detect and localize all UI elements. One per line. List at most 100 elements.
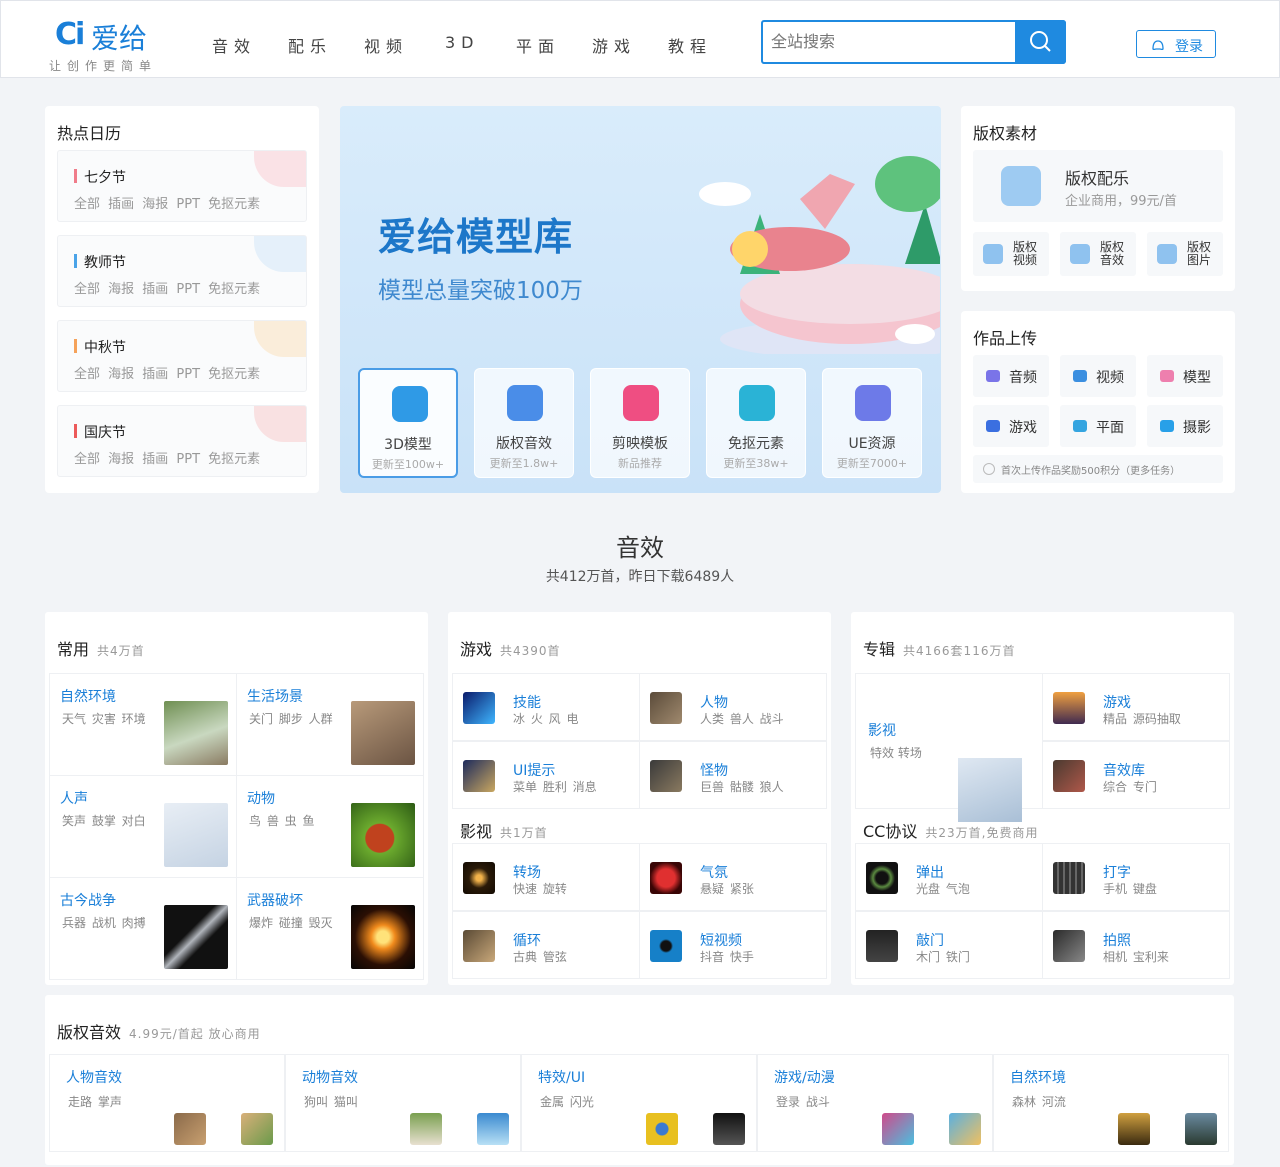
upload-game[interactable]: 游戏: [973, 405, 1049, 447]
film-count: 共1万首: [500, 826, 548, 840]
logo-mark[interactable]: Ci: [55, 17, 85, 52]
common-title: 常用: [57, 640, 90, 659]
category-cell[interactable]: 武器破坏 爆炸 碰撞 毁灭: [236, 877, 424, 980]
search-button[interactable]: [1015, 20, 1066, 64]
copyright-image[interactable]: 版权图片: [1147, 232, 1223, 276]
category-title: 人物: [700, 695, 728, 711]
calendar-item-tags[interactable]: 全部 海报 插画 PPT 免抠元素: [74, 448, 260, 467]
category-title: UI提示: [513, 763, 556, 779]
upload-title: 作品上传: [973, 329, 1038, 348]
category-cell[interactable]: 古今战争 兵器 战机 肉搏: [49, 877, 237, 980]
upload-model[interactable]: 模型: [1147, 355, 1223, 397]
category-desc: 人类 兽人 战斗: [700, 712, 784, 726]
banner-card-3d[interactable]: 3D模型 更新至100w+: [358, 368, 458, 478]
album-header[interactable]: 专辑 共4166套116万首: [863, 636, 1015, 660]
category-desc: 鸟 兽 虫 鱼: [249, 814, 315, 828]
copyright-music-card[interactable]: 版权配乐 企业商用，99元/首: [973, 150, 1223, 222]
nav-graphic[interactable]: 平面: [516, 33, 560, 57]
category-title: 武器破坏: [247, 893, 303, 909]
banner-card-capcut[interactable]: 剪映模板 新品推荐: [590, 368, 690, 478]
category-title: 自然环境: [1010, 1070, 1066, 1086]
album-feature[interactable]: 影视 特效 转场: [855, 673, 1043, 822]
category-cell[interactable]: 弹出 光盘 气泡: [855, 843, 1043, 911]
game-header[interactable]: 游戏 共4390首: [460, 636, 561, 660]
film-title: 影视: [460, 822, 493, 841]
category-cell[interactable]: 技能 冰 火 风 电: [452, 673, 640, 741]
sword-thumb: [164, 905, 228, 969]
category-cell[interactable]: 人声 笑声 鼓掌 对白: [49, 775, 237, 878]
upload-label: 游戏: [1009, 420, 1037, 436]
search-input[interactable]: [771, 32, 1011, 51]
category-cell[interactable]: 敲门 木门 铁门: [855, 911, 1043, 979]
game-film-column: 游戏 共4390首 技能 冰 火 风 电 人物 人类 兽人 战斗 UI提示 菜单 …: [448, 612, 831, 985]
category-cell[interactable]: 特效/UI 金属 闪光: [521, 1054, 757, 1152]
calendar-item[interactable]: 七夕节 全部 插画 海报 PPT 免抠元素: [57, 150, 307, 222]
banner-card-sound[interactable]: 版权音效 更新至1.8w+: [474, 368, 574, 478]
upload-audio[interactable]: 音频: [973, 355, 1049, 397]
calendar-item-tags[interactable]: 全部 插画 海报 PPT 免抠元素: [74, 193, 260, 212]
game-album-thumb: [1053, 692, 1085, 724]
upload-graphic[interactable]: 平面: [1060, 405, 1136, 447]
login-thumb: [882, 1113, 914, 1145]
copyright-image-label: 版权图片: [1187, 240, 1212, 267]
category-cell[interactable]: 转场 快速 旋转: [452, 843, 640, 911]
category-cell[interactable]: 怪物 巨兽 骷髅 狼人: [639, 741, 827, 809]
cutout-icon: [739, 385, 775, 421]
category-cell[interactable]: 游戏/动漫 登录 战斗: [757, 1054, 993, 1152]
calendar-item-tags[interactable]: 全部 海报 插画 PPT 免抠元素: [74, 278, 260, 297]
sound-icon: [1070, 244, 1090, 264]
nav-sound[interactable]: 音效: [212, 33, 256, 57]
calendar-item-name: 教师节: [84, 255, 126, 271]
nav-tutorial[interactable]: 教程: [668, 33, 712, 57]
calendar-item[interactable]: 中秋节 全部 海报 插画 PPT 免抠元素: [57, 320, 307, 392]
nav-video[interactable]: 视频: [364, 33, 408, 57]
category-cell[interactable]: 循环 古典 管弦: [452, 911, 640, 979]
film-header[interactable]: 影视 共1万首: [460, 818, 548, 842]
category-title: 自然环境: [60, 689, 116, 705]
category-title: 弹出: [916, 865, 944, 881]
category-cell[interactable]: 短视频 抖音 快手: [639, 911, 827, 979]
audio-icon: [986, 370, 1000, 382]
category-cell[interactable]: 动物 鸟 兽 虫 鱼: [236, 775, 424, 878]
common-header[interactable]: 常用 共4万首: [57, 636, 145, 660]
login-button[interactable]: 登录: [1136, 30, 1216, 58]
nav-game[interactable]: 游戏: [592, 33, 636, 57]
category-desc: 兵器 战机 肉搏: [62, 916, 146, 930]
banner-card-cutout[interactable]: 免抠元素 更新至38w+: [706, 368, 806, 478]
copyright-video[interactable]: 版权视频: [973, 232, 1049, 276]
category-desc: 笑声 鼓掌 对白: [62, 814, 146, 828]
calendar-item-tags[interactable]: 全部 海报 插画 PPT 免抠元素: [74, 363, 260, 382]
upload-photo[interactable]: 摄影: [1147, 405, 1223, 447]
album-title: 专辑: [863, 640, 896, 659]
calendar-item[interactable]: 国庆节 全部 海报 插画 PPT 免抠元素: [57, 405, 307, 477]
copyright-sound[interactable]: 版权音效: [1060, 232, 1136, 276]
banner-card-ue[interactable]: UE资源 更新至7000+: [822, 368, 922, 478]
skill-thumb: [463, 692, 495, 724]
category-cell[interactable]: 音效库 综合 专门: [1042, 741, 1230, 809]
cc-header[interactable]: CC协议 共23万首,免费商用: [863, 818, 1038, 842]
category-cell[interactable]: 游戏 精品 源码抽取: [1042, 673, 1230, 741]
category-title: 短视频: [700, 933, 742, 949]
category-cell[interactable]: 生活场景 关门 脚步 人群: [236, 673, 424, 776]
nav-music[interactable]: 配乐: [288, 33, 332, 57]
category-cell[interactable]: 打字 手机 键盘: [1042, 843, 1230, 911]
nav-3d[interactable]: 3D: [445, 33, 480, 52]
upload-tip[interactable]: 首次上传作品奖励500积分（更多任务）: [973, 455, 1223, 483]
category-cell[interactable]: 气氛 悬疑 紧张: [639, 843, 827, 911]
category-cell[interactable]: 动物音效 狗叫 猫叫: [285, 1054, 521, 1152]
ui-thumb: [463, 760, 495, 792]
category-cell[interactable]: 人物 人类 兽人 战斗: [639, 673, 827, 741]
category-cell[interactable]: UI提示 菜单 胜利 消息: [452, 741, 640, 809]
logo-text[interactable]: 爱给: [91, 17, 147, 57]
category-cell[interactable]: 自然环境 天气 灾害 环境: [49, 673, 237, 776]
category-cell[interactable]: 自然环境 森林 河流: [993, 1054, 1229, 1152]
upload-video[interactable]: 视频: [1060, 355, 1136, 397]
copyright-sound-header[interactable]: 版权音效 4.99元/首起 放心商用: [57, 1019, 261, 1043]
model-banner[interactable]: 爱给模型库 模型总量突破100万 3D模型 更新至100w+ 版权音效 更新至1…: [340, 106, 941, 493]
calendar-item[interactable]: 教师节 全部 海报 插画 PPT 免抠元素: [57, 235, 307, 307]
category-cell[interactable]: 人物音效 走路 掌声: [49, 1054, 285, 1152]
camera-thumb: [1053, 930, 1085, 962]
album-feature-title: 影视: [868, 723, 896, 739]
category-cell[interactable]: 拍照 相机 宝利来: [1042, 911, 1230, 979]
category-title: 气氛: [700, 865, 728, 881]
